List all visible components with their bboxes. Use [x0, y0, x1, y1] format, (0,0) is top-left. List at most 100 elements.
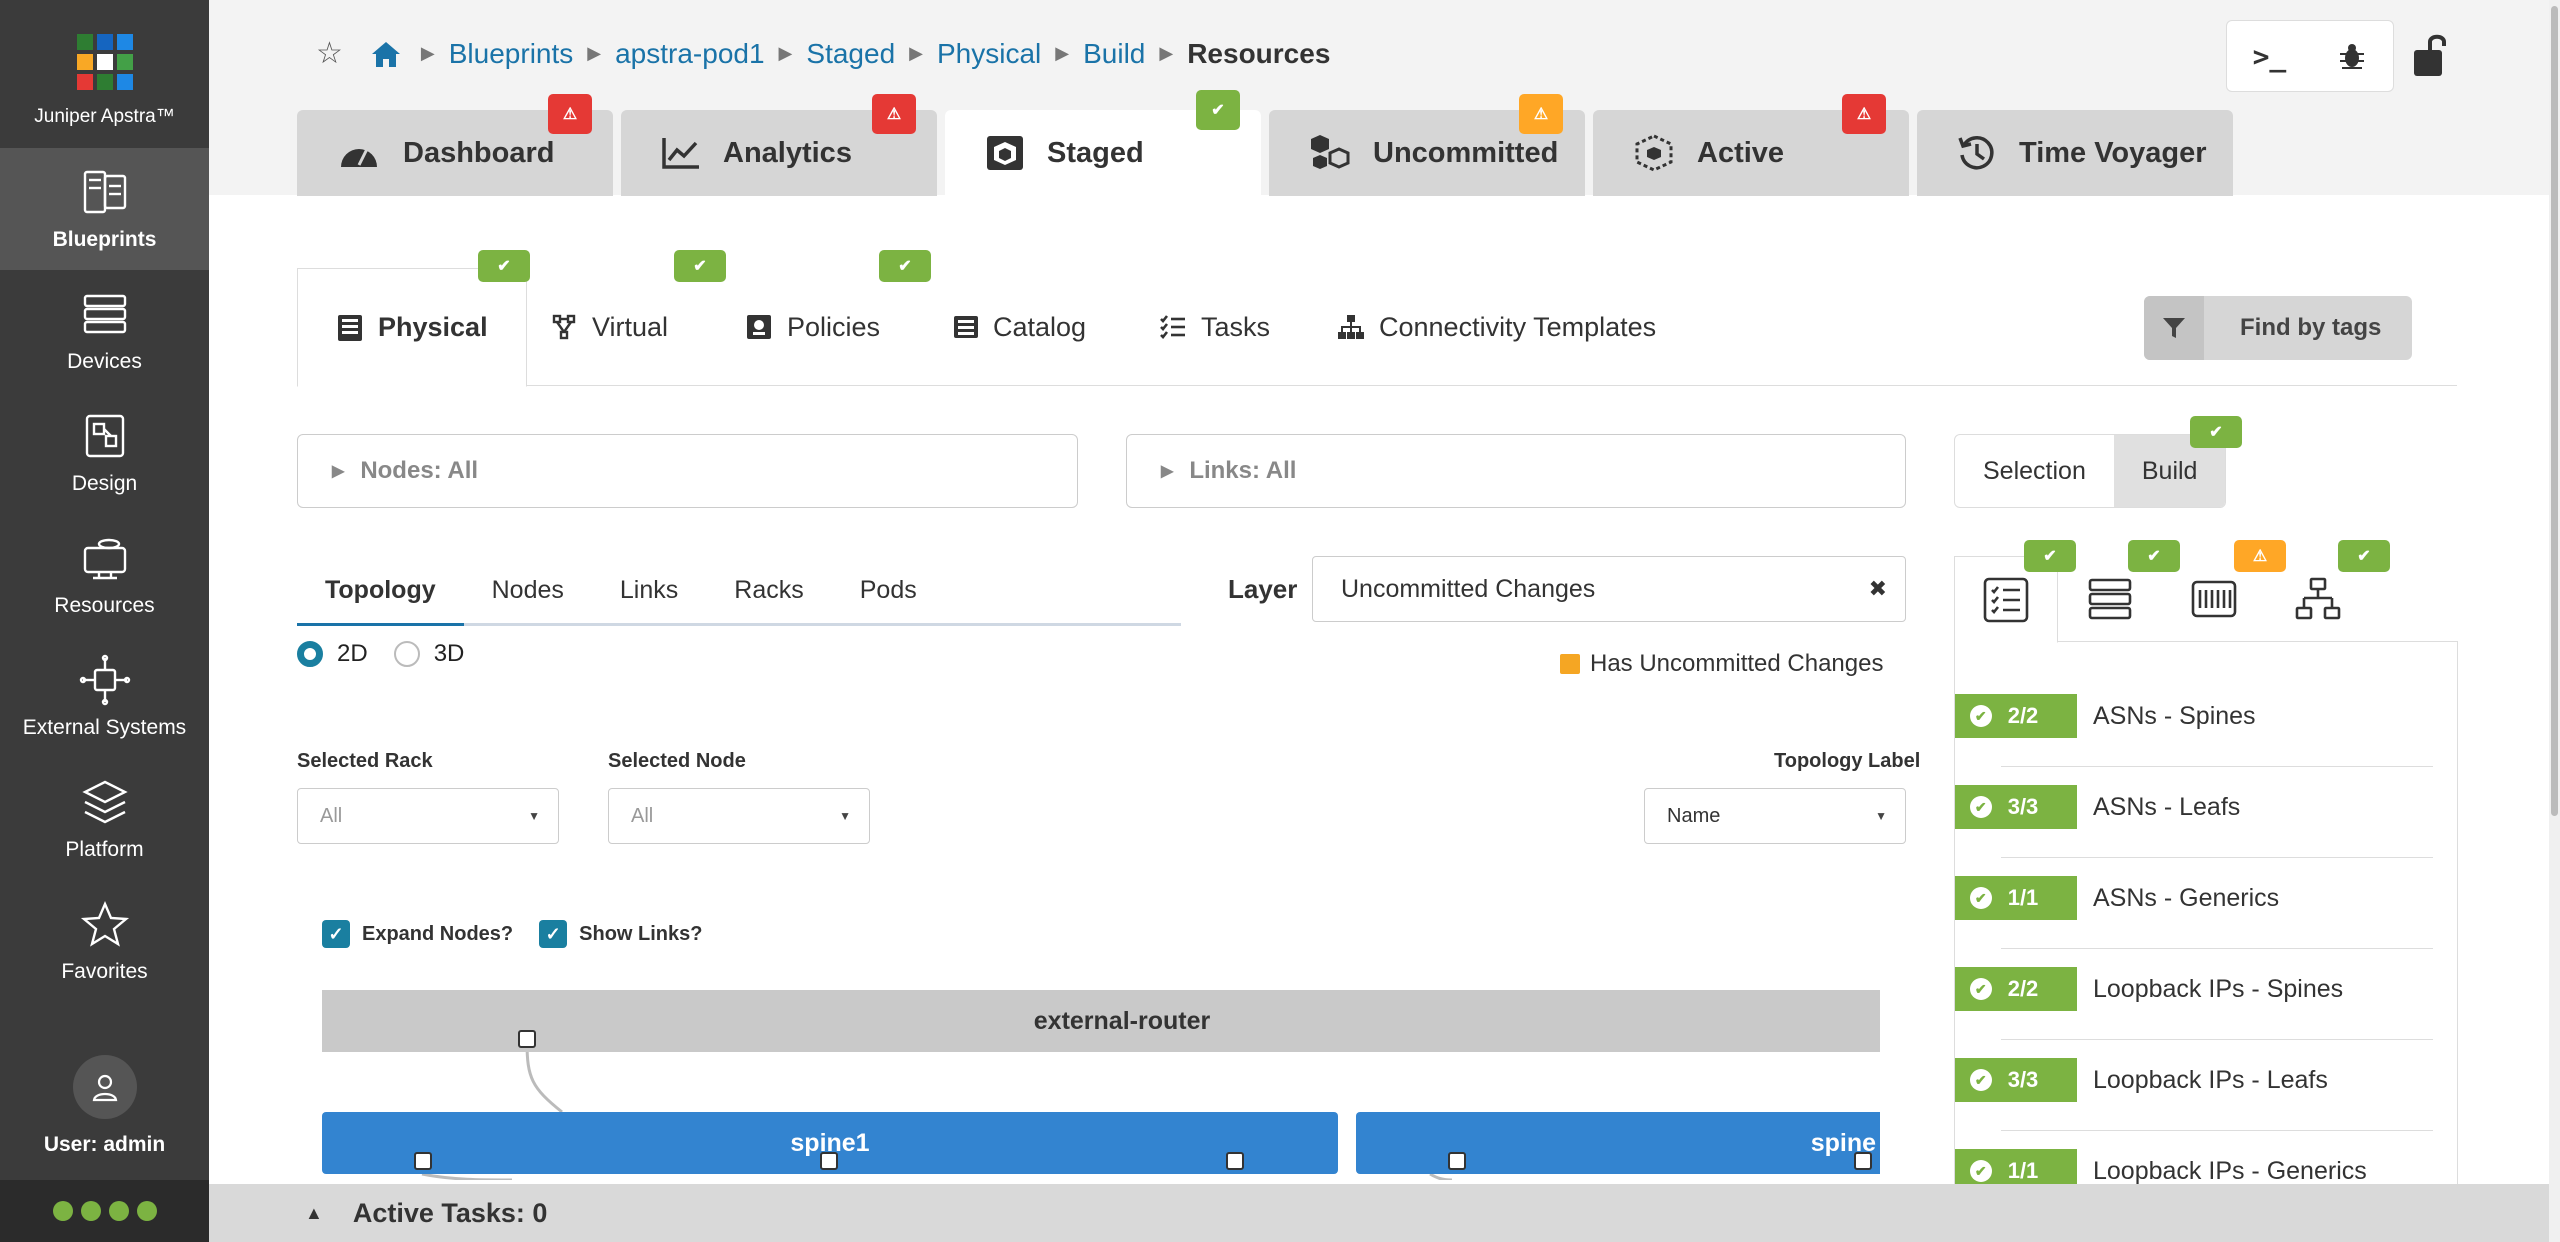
sidebar-item-label: Devices — [67, 350, 142, 373]
tasks-icon — [1160, 315, 1185, 339]
selected-rack-select[interactable]: All ▼ — [297, 788, 559, 844]
resource-label: Loopback IPs - Generics — [2093, 1157, 2367, 1184]
sidebar-item-external-systems[interactable]: External Systems — [0, 636, 209, 758]
breadcrumb-blueprint[interactable]: apstra-pod1 — [615, 38, 764, 70]
tab-time-voyager[interactable]: Time Voyager — [1917, 110, 2233, 196]
sidebar-item-devices[interactable]: Devices — [0, 270, 209, 392]
tab-policies[interactable]: Policies — [745, 268, 880, 386]
sitemap-icon — [1338, 315, 1364, 339]
expand-nodes-label: Expand Nodes? — [362, 922, 514, 945]
warning-badge: ⚠ — [1519, 94, 1563, 134]
switch-icon — [2191, 580, 2237, 618]
page-scrollbar[interactable] — [2549, 0, 2560, 1242]
radio-3d[interactable] — [393, 641, 420, 667]
expand-nodes-checkbox[interactable]: ✓ — [322, 920, 350, 948]
tab-physical[interactable]: Physical — [297, 268, 527, 387]
ok-badge: ✔ — [879, 250, 931, 282]
scrollbar-thumb[interactable] — [2551, 6, 2558, 816]
resource-label: ASNs - Leafs — [2093, 793, 2241, 821]
layer-select[interactable]: Uncommitted Changes ✖ — [1312, 556, 1906, 622]
tab-virtual[interactable]: Virtual — [550, 268, 668, 386]
caret-up-icon: ▲ — [305, 1202, 323, 1223]
breadcrumb-separator: ▶ — [1159, 43, 1174, 63]
clear-icon[interactable]: ✖ — [1869, 576, 1887, 602]
active-tasks-bar[interactable]: ▲ Active Tasks: 0 — [209, 1184, 2549, 1242]
brand-name: Juniper Apstra™ — [34, 106, 175, 127]
sidebar-item-platform[interactable]: Platform — [0, 758, 209, 880]
find-by-tags-button[interactable]: Find by tags — [2144, 296, 2412, 360]
topology-label-label: Topology Label — [1774, 750, 1921, 772]
favorite-star-icon[interactable]: ☆ — [316, 36, 343, 71]
list-item[interactable]: ✔ 3/3 ASNs - Leafs — [1955, 767, 2457, 858]
cube-icon — [987, 136, 1023, 170]
cube-dashed-icon — [1635, 134, 1673, 172]
port[interactable] — [1226, 1152, 1244, 1170]
ok-badge: ✔ — [2190, 416, 2242, 448]
node-spine2[interactable]: spine — [1356, 1112, 1880, 1174]
check-icon: ✔ — [1969, 978, 1992, 1000]
breadcrumb-separator: ▶ — [587, 43, 602, 63]
topology-icon — [2295, 577, 2341, 620]
links-filter-label: Links: All — [1189, 457, 1297, 484]
port[interactable] — [820, 1152, 838, 1170]
topology-label-select[interactable]: Name ▼ — [1644, 788, 1906, 844]
tab-topology[interactable]: Topology — [297, 560, 464, 626]
sidebar-item-favorites[interactable]: Favorites — [0, 880, 209, 1002]
list-item[interactable]: ✔ 1/1 ASNs - Generics — [1955, 858, 2457, 949]
list-item[interactable]: ✔ 2/2 Loopback IPs - Spines — [1955, 949, 2457, 1040]
terminal-icon[interactable]: >_ — [2253, 40, 2287, 73]
tab-catalog[interactable]: Catalog — [953, 268, 1086, 386]
show-links-checkbox[interactable]: ✓ — [539, 920, 568, 948]
mode-toggle: Selection Build — [1954, 434, 2227, 508]
list-item[interactable]: ✔ 1/1 Loopback IPs - Generics — [1955, 1131, 2457, 1184]
topology-canvas[interactable]: external-router spine1 spine — [322, 988, 1880, 1180]
tab-links[interactable]: Links — [592, 560, 706, 623]
nodes-filter-label: Nodes: All — [360, 457, 479, 484]
list-item[interactable]: ✔ 2/2 ASNs - Spines — [1955, 676, 2457, 767]
port[interactable] — [1854, 1152, 1872, 1170]
check-icon: ✔ — [1969, 1160, 1992, 1182]
chart-icon — [662, 138, 699, 169]
sub-tab-label: Connectivity Templates — [1379, 311, 1657, 342]
home-icon[interactable] — [369, 39, 403, 69]
tab-tasks[interactable]: Tasks — [1159, 268, 1270, 386]
resource-status-badge: ✔ 3/3 — [1955, 785, 2077, 829]
ok-badge: ✔ — [478, 250, 530, 282]
tab-connectivity-templates[interactable]: Connectivity Templates — [1337, 268, 1656, 386]
list-icon — [954, 316, 978, 338]
error-badge: ⚠ — [548, 94, 592, 134]
user-menu[interactable]: User: admin — [0, 1055, 209, 1157]
unlock-icon[interactable] — [2410, 30, 2454, 80]
port[interactable] — [414, 1152, 432, 1170]
view-tabs: Topology Nodes Links Racks Pods — [297, 560, 1181, 626]
radio-2d[interactable] — [297, 641, 323, 667]
tab-racks[interactable]: Racks — [706, 560, 831, 623]
selection-button[interactable]: Selection — [1955, 435, 2114, 507]
breadcrumb-physical[interactable]: Physical — [937, 38, 1041, 70]
dimension-toggle: 2D 3D — [297, 640, 464, 668]
tab-pods[interactable]: Pods — [832, 560, 945, 623]
sidebar-item-design[interactable]: Design — [0, 392, 209, 514]
breadcrumb-build[interactable]: Build — [1083, 38, 1145, 70]
sidebar-item-label: Platform — [65, 838, 144, 861]
port[interactable] — [1448, 1152, 1466, 1170]
sidebar-item-resources[interactable]: Resources — [0, 514, 209, 636]
tab-nodes[interactable]: Nodes — [464, 560, 592, 623]
resource-label: Loopback IPs - Leafs — [2093, 1066, 2328, 1094]
bug-icon[interactable] — [2337, 41, 2367, 71]
breadcrumb-blueprints[interactable]: Blueprints — [449, 38, 574, 70]
links-filter[interactable]: ▶ Links: All — [1126, 434, 1906, 508]
list-item[interactable]: ✔ 3/3 Loopback IPs - Leafs — [1955, 1040, 2457, 1131]
breadcrumb-staged[interactable]: Staged — [806, 38, 895, 70]
selected-node-select[interactable]: All ▼ — [608, 788, 870, 844]
sidebar-item-blueprints[interactable]: Blueprints — [0, 148, 209, 270]
nodes-filter[interactable]: ▶ Nodes: All — [297, 434, 1078, 508]
node-external-router[interactable]: external-router — [322, 990, 1880, 1052]
brand[interactable]: Juniper Apstra™ — [0, 0, 209, 148]
devices-icon — [83, 294, 126, 334]
status-indicators[interactable] — [0, 1180, 209, 1242]
port[interactable] — [518, 1030, 536, 1048]
status-dot — [52, 1201, 73, 1221]
check-icon: ✔ — [1969, 705, 1992, 727]
tab-label: Staged — [1047, 136, 1144, 169]
